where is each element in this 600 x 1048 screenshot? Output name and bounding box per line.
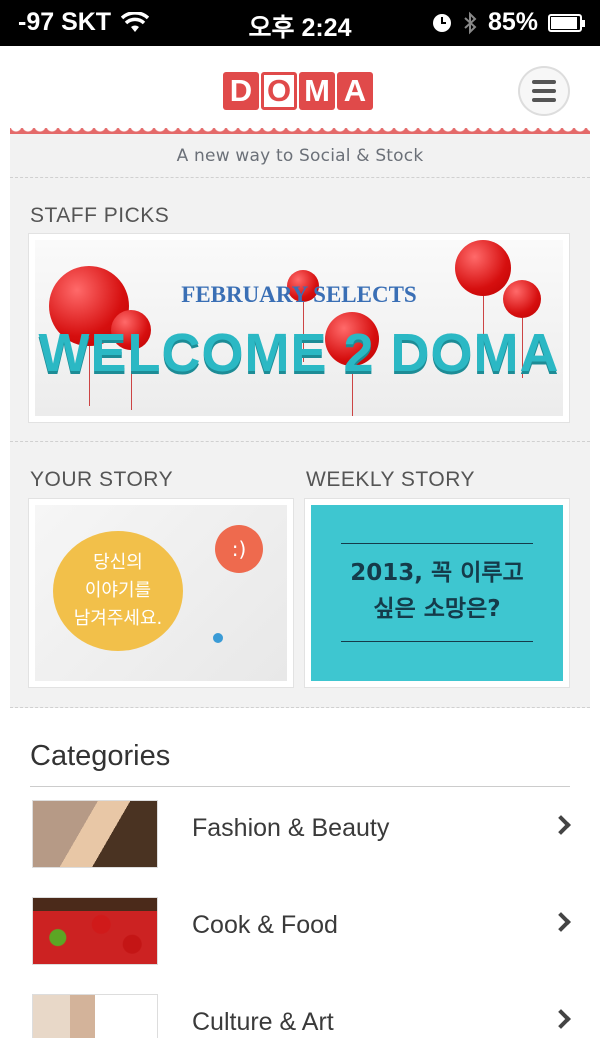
- banner-image: FEBRUARY SELECTS WELCOME 2 DOMA: [35, 240, 563, 416]
- bluetooth-icon: [464, 11, 477, 34]
- weekly-text-line2: 싶은 소망은?: [373, 596, 501, 622]
- battery-percent: 85%: [487, 8, 538, 36]
- hamburger-menu-icon[interactable]: [518, 66, 570, 116]
- category-thumbnail: [32, 994, 158, 1038]
- category-thumbnail: [32, 897, 158, 965]
- your-story-image: 당신의 이야기를 남겨주세요. :): [35, 505, 287, 681]
- staff-picks-title: STAFF PICKS: [30, 204, 170, 227]
- weekly-story-text: 2013, 꼭 이루고 싶은 소망은?: [311, 555, 563, 627]
- battery-fill: [551, 16, 577, 29]
- app-header: D O M A: [10, 46, 590, 134]
- category-thumbnail: [32, 800, 158, 868]
- decorative-line: [341, 543, 533, 544]
- logo-letter-m: M: [299, 72, 335, 110]
- category-label: Cook & Food: [192, 911, 338, 939]
- blue-dot-decoration: [213, 633, 223, 643]
- chevron-right-icon: [551, 912, 571, 932]
- status-right: 85%: [432, 8, 585, 37]
- smile-emoticon: :): [215, 525, 263, 573]
- staff-picks-banner[interactable]: FEBRUARY SELECTS WELCOME 2 DOMA: [28, 233, 570, 423]
- logo-letter-d: D: [223, 72, 259, 110]
- menu-bar-1: [532, 80, 556, 84]
- category-item-fashion-beauty[interactable]: Fashion & Beauty: [10, 800, 590, 896]
- category-item-culture-art[interactable]: Culture & Art: [10, 994, 590, 1038]
- your-story-title: YOUR STORY: [30, 468, 174, 491]
- weekly-story-image: 2013, 꼭 이루고 싶은 소망은?: [311, 505, 563, 681]
- staff-picks-section: STAFF PICKS FEBRUARY SELECTS WELCOME 2 D…: [10, 178, 590, 442]
- divider: [30, 786, 570, 787]
- status-bar: -97 SKT 오후 2:24 85%: [0, 0, 600, 46]
- stories-section: YOUR STORY 당신의 이야기를 남겨주세요. :) WEEKLY STO…: [10, 442, 590, 708]
- chevron-right-icon: [551, 815, 571, 835]
- logo-letter-o: O: [261, 72, 297, 110]
- banner-subtitle: FEBRUARY SELECTS: [181, 282, 417, 307]
- categories-section: Categories Fashion & Beauty Cook & Food …: [10, 708, 590, 1038]
- decorative-line: [341, 641, 533, 642]
- weekly-text-line1: 2013, 꼭 이루고: [350, 560, 524, 586]
- chevron-right-icon: [551, 1009, 571, 1029]
- alarm-icon: [432, 13, 451, 32]
- menu-bar-3: [532, 98, 556, 102]
- category-item-cook-food[interactable]: Cook & Food: [10, 897, 590, 993]
- weekly-story-card[interactable]: 2013, 꼭 이루고 싶은 소망은?: [304, 498, 570, 688]
- your-story-card[interactable]: 당신의 이야기를 남겨주세요. :): [28, 498, 294, 688]
- speech-bubble: 당신의 이야기를 남겨주세요.: [53, 531, 183, 651]
- header-scalloped-border: [10, 128, 590, 134]
- categories-title: Categories: [30, 740, 171, 772]
- category-label: Culture & Art: [192, 1008, 334, 1036]
- menu-bar-2: [532, 89, 556, 93]
- bubble-text: 당신의 이야기를 남겨주세요.: [73, 552, 163, 629]
- category-label: Fashion & Beauty: [192, 814, 390, 842]
- app-page: D O M A A new way to Social & Stock STAF…: [10, 46, 590, 1038]
- tagline: A new way to Social & Stock: [10, 134, 590, 178]
- logo-letter-a: A: [337, 72, 373, 110]
- weekly-story-title: WEEKLY STORY: [306, 468, 476, 491]
- battery-icon: [548, 13, 585, 32]
- doma-logo[interactable]: D O M A: [223, 72, 373, 110]
- banner-title: WELCOME 2 DOMA: [38, 323, 560, 383]
